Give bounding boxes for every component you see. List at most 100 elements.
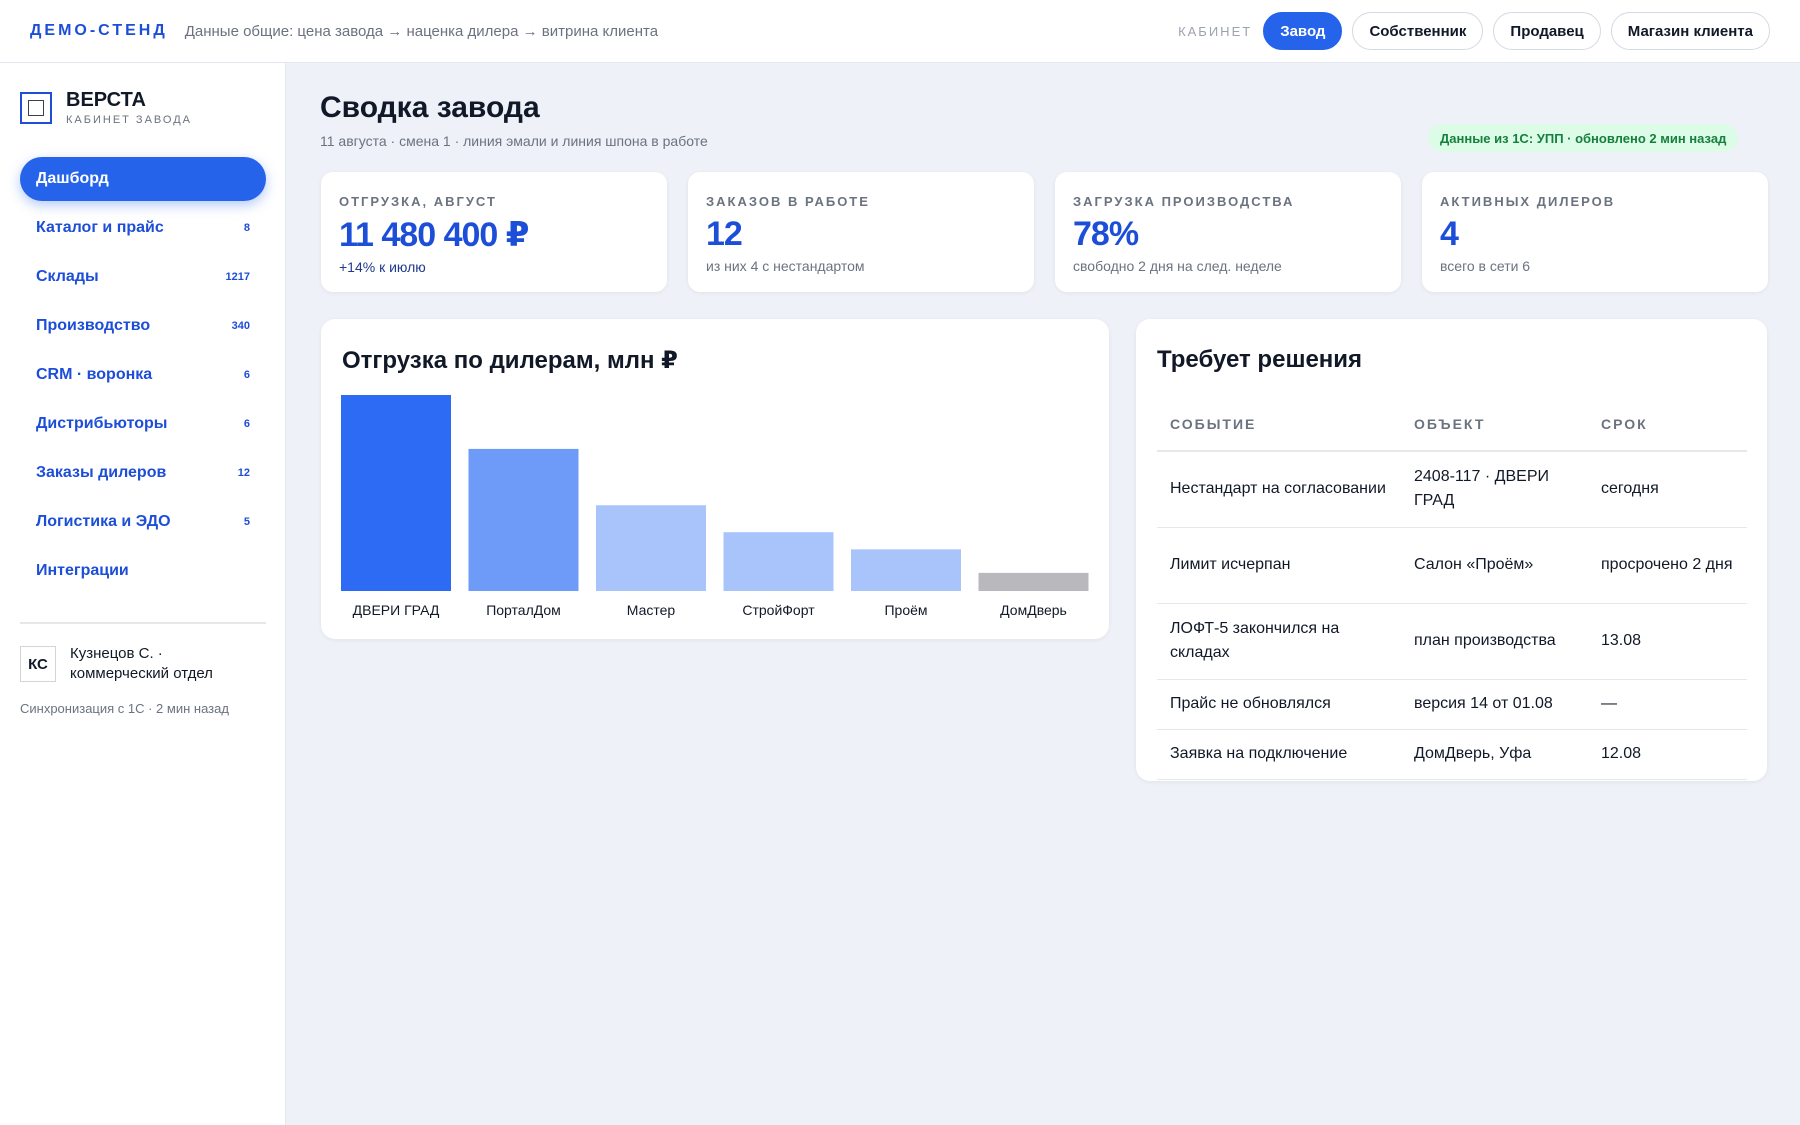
table-row[interactable]: Нестандарт на согласовании 2408-117 · ДВ… (1157, 451, 1747, 528)
category-label: ДВЕРИ ГРАД (353, 602, 440, 618)
app-title: ВЕРСТА (66, 89, 146, 111)
category-label: ДомДверь (1000, 602, 1067, 618)
kpi-note: из них 4 с нестандартом (706, 258, 865, 274)
sidebar-item-count: 1217 (225, 271, 250, 283)
sidebar: ВЕРСТА КАБИНЕТ ЗАВОДА Дашборд Каталог и … (0, 63, 286, 1125)
sidebar-item-logistics[interactable]: Логистика и ЭДО 5 (20, 500, 266, 544)
status-badge: Данные из 1С: УПП · обновлено 2 мин наза… (1428, 124, 1739, 152)
sidebar-item-catalog[interactable]: Каталог и прайс 8 (20, 206, 266, 250)
kpi-note: свободно 2 дня на след. неделе (1073, 258, 1282, 274)
kpi-note: +14% к июлю (339, 259, 426, 275)
role-switcher: КАБИНЕТ Завод Собственник Продавец Магаз… (1178, 12, 1770, 50)
deadline-cell: 13.08 (1588, 603, 1747, 680)
object-cell: ДомДверь, Уфа (1401, 729, 1588, 780)
sidebar-item-production[interactable]: Производство 340 (20, 304, 266, 348)
event-cell: ЛОФТ-5 закончился на складах (1157, 603, 1401, 680)
column-header-event: СОБЫТИЕ (1157, 397, 1401, 452)
sidebar-item-label: Дистрибьюторы (36, 415, 168, 432)
breadcrumb: Данные общие: цена завода → наценка диле… (184, 22, 659, 40)
sidebar-item-count: 8 (243, 222, 250, 234)
event-cell: Прайс не обновлялся (1157, 679, 1401, 730)
role-tab-client-store[interactable]: Магазин клиента (1610, 12, 1770, 50)
sidebar-item-label: Производство (36, 317, 151, 334)
kpi-value: 78% (1073, 215, 1139, 253)
object-cell: 2408-117 · ДВЕРИ ГРАД (1401, 451, 1588, 528)
deadline-cell: сегодня (1588, 451, 1747, 528)
table-header-row: СОБЫТИЕ ОБЪЕКТ СРОК (1157, 397, 1747, 452)
role-tab-factory[interactable]: Завод (1263, 12, 1343, 50)
kpi-card-dealers: АКТИВНЫХ ДИЛЕРОВ 4 всего в сети 6 (1422, 172, 1768, 292)
sidebar-item-label: Логистика и ЭДО (36, 513, 171, 530)
user-name: Кузнецов С. · (70, 645, 163, 662)
decisions-table: СОБЫТИЕ ОБЪЕКТ СРОК Нестандарт на соглас… (1157, 397, 1747, 780)
table-row[interactable]: ЛОФТ-5 закончился на складах план произв… (1157, 603, 1747, 680)
sidebar-logo[interactable]: ВЕРСТА КАБИНЕТ ЗАВОДА (20, 89, 192, 126)
sidebar-item-label: Каталог и прайс (36, 219, 164, 236)
bar-6[interactable] (978, 572, 1089, 591)
category-label: СтройФорт (742, 602, 815, 618)
kpi-label: АКТИВНЫХ ДИЛЕРОВ (1440, 194, 1616, 209)
cabinet-label: КАБИНЕТ (1178, 23, 1253, 39)
kpi-label: ЗАГРУЗКА ПРОИЗВОДСТВА (1073, 194, 1295, 209)
dealer-shipments-chart: ДВЕРИ ГРАД ПорталДом Мастер СтройФорт Проём Д… (341, 395, 1089, 618)
bar-1[interactable] (341, 395, 451, 591)
kpi-note: всего в сети 6 (1440, 258, 1531, 274)
sidebar-item-count: 340 (231, 320, 250, 332)
page-title: Сводка завода (320, 91, 540, 124)
sidebar-divider (20, 622, 266, 624)
chart-card: Отгрузка по дилерам, млн ₽ ДВЕРИ ГРАД Пор… (321, 319, 1109, 639)
sidebar-item-dealer-orders[interactable]: Заказы дилеров 12 (20, 451, 266, 495)
app-subtitle: КАБИНЕТ ЗАВОДА (66, 114, 192, 126)
kpi-label: ЗАКАЗОВ В РАБОТЕ (706, 194, 870, 209)
kpi-value: 12 (706, 215, 743, 253)
sidebar-item-count: 5 (243, 516, 250, 528)
kpi-card-load: ЗАГРУЗКА ПРОИЗВОДСТВА 78% свободно 2 дня… (1055, 172, 1401, 292)
object-cell: версия 14 от 01.08 (1401, 679, 1588, 730)
deadline-cell: просрочено 2 дня (1588, 527, 1747, 604)
category-label: ПорталДом (486, 602, 561, 618)
bar-5[interactable] (851, 549, 961, 591)
event-cell: Нестандарт на согласовании (1157, 451, 1401, 528)
table-row[interactable]: Лимит исчерпан Салон «Проём» просрочено … (1157, 527, 1747, 604)
category-label: Мастер (627, 602, 676, 618)
deadline-cell: 12.08 (1588, 729, 1747, 780)
kpi-card-shipments: ОТГРУЗКА, АВГУСТ 11 480 400 ₽ +14% к июл… (321, 172, 667, 292)
sidebar-item-label: Дашборд (36, 170, 109, 187)
sidebar-item-count: 12 (237, 467, 250, 479)
deadline-cell: — (1588, 679, 1747, 730)
sidebar-item-count: 6 (243, 418, 250, 430)
role-tab-seller[interactable]: Продавец (1493, 12, 1601, 50)
object-cell: план производства (1401, 603, 1588, 680)
sidebar-item-label: Заказы дилеров (36, 464, 167, 481)
topbar: ДЕМО-СТЕНД Данные общие: цена завода → н… (0, 0, 1800, 63)
brand-logo[interactable]: ДЕМО-СТЕНД (30, 22, 168, 40)
sidebar-item-distributors[interactable]: Дистрибьюторы 6 (20, 402, 266, 446)
bar-3[interactable] (596, 505, 706, 591)
object-cell: Салон «Проём» (1401, 527, 1588, 604)
kpi-label: ОТГРУЗКА, АВГУСТ (339, 194, 497, 209)
bar-2[interactable] (468, 448, 579, 591)
sidebar-item-label: Склады (36, 268, 99, 285)
column-header-deadline: СРОК (1588, 397, 1747, 452)
role-tab-owner[interactable]: Собственник (1352, 12, 1484, 50)
column-header-object: ОБЪЕКТ (1401, 397, 1588, 452)
table-row[interactable]: Прайс не обновлялся версия 14 от 01.08 — (1157, 679, 1747, 730)
avatar: КС (20, 646, 56, 682)
sync-status: Синхронизация с 1С · 2 мин назад (20, 701, 229, 716)
event-cell: Заявка на подключение (1157, 729, 1401, 780)
kpi-value: 4 (1440, 215, 1459, 253)
sidebar-item-integrations[interactable]: Интеграции (20, 549, 266, 593)
decisions-card: Требует решения СОБЫТИЕ ОБЪЕКТ СРОК Нест… (1136, 319, 1767, 781)
user-department: коммерческий отдел (70, 665, 213, 682)
category-label: Проём (884, 602, 927, 618)
sidebar-item-crm[interactable]: CRM · воронка 6 (20, 353, 266, 397)
sidebar-item-dashboard[interactable]: Дашборд (20, 157, 266, 201)
bar-4[interactable] (723, 532, 834, 591)
sidebar-item-count: 6 (243, 369, 250, 381)
sidebar-item-warehouses[interactable]: Склады 1217 (20, 255, 266, 299)
user-profile[interactable]: КС Кузнецов С. · коммерческий отдел (20, 644, 213, 684)
table-row[interactable]: Заявка на подключение ДомДверь, Уфа 12.0… (1157, 729, 1747, 780)
square-logo-icon (20, 91, 52, 124)
kpi-card-orders: ЗАКАЗОВ В РАБОТЕ 12 из них 4 с нестандар… (688, 172, 1034, 292)
event-cell: Лимит исчерпан (1157, 527, 1401, 604)
